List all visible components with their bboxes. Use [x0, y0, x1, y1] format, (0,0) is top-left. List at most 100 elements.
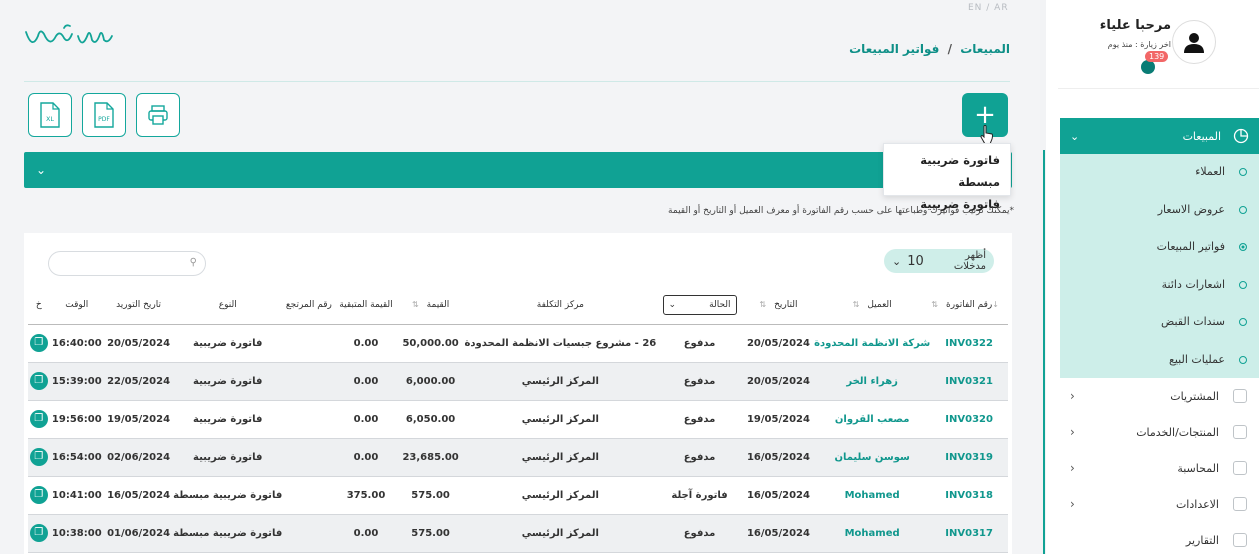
copy-icon[interactable]: ❐: [29, 448, 48, 466]
export-pdf-button[interactable]: PDF: [82, 93, 126, 137]
cell-invoice-no[interactable]: INV0320: [930, 400, 1008, 438]
table-row[interactable]: INV0317 Mohamed 16/05/2024 مدفوع المركز الرئ…: [28, 514, 1008, 552]
export-excel-button[interactable]: XL: [28, 93, 72, 137]
cell-time: 16:54:00: [51, 451, 102, 463]
chevron-left-icon: ‹: [1070, 461, 1075, 475]
sidebar-item-label: المحاسبة: [1177, 461, 1219, 475]
cell-type: فاتورة ضريبية: [193, 375, 263, 387]
sidebar-item-label: الاعدادات: [1175, 497, 1219, 511]
sidebar-item-products-services[interactable]: المنتجات/الخدمات ‹: [1060, 417, 1259, 447]
cell-customer[interactable]: زهراء الخر: [814, 362, 930, 400]
sidebar-item-purchases[interactable]: المشتريات ‹: [1060, 381, 1259, 411]
sidebar-subitem-customers[interactable]: العملاء: [1195, 165, 1225, 178]
col-amount[interactable]: القيمة⇅: [396, 287, 465, 325]
cell-supply-date: 01/06/2024: [107, 527, 171, 539]
cell-remaining: 0.00: [353, 413, 379, 425]
sidebar-subitem-sales-invoices[interactable]: فواتير المبيعات: [1157, 240, 1225, 253]
main-content: EN / AR المبيعات / فواتير المبيعات XL PD…: [0, 0, 1040, 554]
cell-amount: 6,050.00: [405, 413, 456, 425]
row-action-cell: ❐: [28, 400, 49, 438]
cell-customer[interactable]: مصعب القروان: [814, 400, 930, 438]
cell-invoice-no[interactable]: INV0321: [930, 362, 1008, 400]
language-switch[interactable]: EN / AR: [968, 3, 1009, 13]
copy-icon[interactable]: ❐: [29, 486, 48, 504]
copy-icon[interactable]: ❐: [29, 334, 48, 352]
cell-invoice-no[interactable]: INV0318: [930, 476, 1008, 514]
copy-icon[interactable]: ❐: [29, 372, 48, 390]
cell-invoice-no[interactable]: INV0317: [930, 514, 1008, 552]
user-icon: [1184, 33, 1204, 53]
table-row[interactable]: INV0321 زهراء الخر 20/05/2024 مدفوع المركز ا…: [28, 362, 1008, 400]
cell-supply-date: 22/05/2024: [107, 375, 171, 387]
sidebar-subitem-quotations[interactable]: عروض الاسعار: [1158, 203, 1225, 216]
table-row[interactable]: INV0322 شركة الانظمة المحدودة 20/05/2024 مد…: [28, 324, 1008, 362]
cell-supply-date: 16/05/2024: [107, 489, 171, 501]
cell-amount: 23,685.00: [402, 451, 459, 463]
table-header-row: ↓رقم الفاتورة⇅ العميل⇅ التاريخ⇅ الحالة ⌄ …: [28, 287, 1008, 325]
cell-invoice-no[interactable]: INV0322: [930, 324, 1008, 362]
col-time: الوقت: [49, 287, 105, 325]
breadcrumb-separator: /: [947, 42, 952, 56]
table-row[interactable]: INV0320 مصعب القروان 19/05/2024 مدفوع المركز…: [28, 400, 1008, 438]
cell-cost-center: المركز الرئيسي: [521, 527, 599, 539]
sidebar-subitem-credit-notes[interactable]: اشعارات دائنة: [1162, 278, 1225, 291]
cell-customer[interactable]: Mohamed: [814, 514, 930, 552]
sidebar: مرحبا علياء اخر زيارة : منذ يوم 139 المب…: [1046, 0, 1259, 554]
col-extra: خ: [28, 287, 50, 325]
cell-status: مدفوع: [683, 527, 716, 539]
row-action-cell: ❐: [28, 324, 49, 362]
cell-invoice-no[interactable]: INV0319: [930, 438, 1008, 476]
status-filter-select[interactable]: الحالة ⌄: [662, 295, 737, 316]
sidebar-subitem-receipts[interactable]: سندات القبض: [1161, 315, 1225, 328]
sidebar-subitem-sales-operations[interactable]: عمليات البيع: [1169, 353, 1225, 366]
page-size-value: 10: [907, 253, 924, 269]
col-type: النوع: [172, 287, 283, 325]
row-action-cell: ❐: [28, 476, 49, 514]
cell-supply-date: 02/06/2024: [107, 451, 171, 463]
cell-customer[interactable]: سوسن سليمان: [814, 438, 930, 476]
sidebar-item-settings[interactable]: الاعدادات ‹: [1060, 489, 1259, 519]
search-input[interactable]: ⚲: [48, 251, 206, 276]
page-size-label: أظهر مدخلات: [953, 250, 986, 272]
cell-customer[interactable]: Mohamed: [814, 476, 930, 514]
copy-icon[interactable]: ❐: [29, 524, 48, 542]
menu-item-simplified-tax-invoice[interactable]: فاتورة ضريبية مبسطة: [894, 149, 1000, 193]
col-invoice-no[interactable]: ↓رقم الفاتورة⇅: [930, 287, 1008, 325]
col-status[interactable]: الحالة ⌄: [656, 287, 743, 325]
cell-time: 15:39:00: [51, 375, 102, 387]
filter-bar[interactable]: ⌄: [24, 152, 1012, 188]
table-row[interactable]: INV0319 سوسن سليمان 16/05/2024 مدفوع المركز …: [28, 438, 1008, 476]
table-row[interactable]: INV0318 Mohamed 16/05/2024 فاتورة آجلة المرك…: [28, 476, 1008, 514]
sidebar-item-label: التقارير: [1185, 533, 1219, 547]
accounting-icon: [1233, 461, 1247, 475]
chevron-down-icon: ⌄: [892, 254, 902, 268]
copy-icon[interactable]: ❐: [29, 410, 48, 428]
user-avatar[interactable]: [1172, 20, 1216, 64]
cell-cost-center: المركز الرئيسي: [521, 375, 599, 387]
cell-customer[interactable]: شركة الانظمة المحدودة: [814, 324, 930, 362]
cell-time: 19:56:00: [51, 413, 102, 425]
excel-file-icon: XL: [40, 102, 60, 128]
breadcrumb-root[interactable]: المبيعات: [960, 42, 1010, 56]
bell-icon[interactable]: [1141, 60, 1155, 74]
sidebar-item-label: المنتجات/الخدمات: [1136, 425, 1219, 439]
user-greeting: مرحبا علياء: [1099, 18, 1171, 33]
cell-type: فاتورة ضريبية: [193, 413, 263, 425]
col-date[interactable]: التاريخ⇅: [742, 287, 815, 325]
svg-text:XL: XL: [46, 115, 54, 123]
sidebar-item-accounting[interactable]: المحاسبة ‹: [1060, 453, 1259, 483]
purchases-icon: [1233, 389, 1247, 403]
cell-remaining: 375.00: [346, 489, 386, 501]
col-customer[interactable]: العميل⇅: [814, 287, 931, 325]
row-action-cell: ❐: [28, 362, 49, 400]
chevron-down-icon: ⌄: [668, 300, 677, 311]
settings-icon: [1233, 497, 1247, 511]
sidebar-item-reports[interactable]: التقارير: [1060, 525, 1259, 554]
page-size-select[interactable]: أظهر مدخلات 10 ⌄: [884, 249, 994, 273]
cell-type: فاتورة ضريبية: [193, 451, 263, 463]
chevron-left-icon: ‹: [1070, 425, 1075, 439]
sales-submenu: [1060, 154, 1259, 378]
sidebar-item-sales[interactable]: المبيعات ⌄: [1060, 118, 1259, 154]
print-button[interactable]: [136, 93, 180, 137]
invoices-table: ↓رقم الفاتورة⇅ العميل⇅ التاريخ⇅ الحالة ⌄ …: [28, 287, 1008, 553]
